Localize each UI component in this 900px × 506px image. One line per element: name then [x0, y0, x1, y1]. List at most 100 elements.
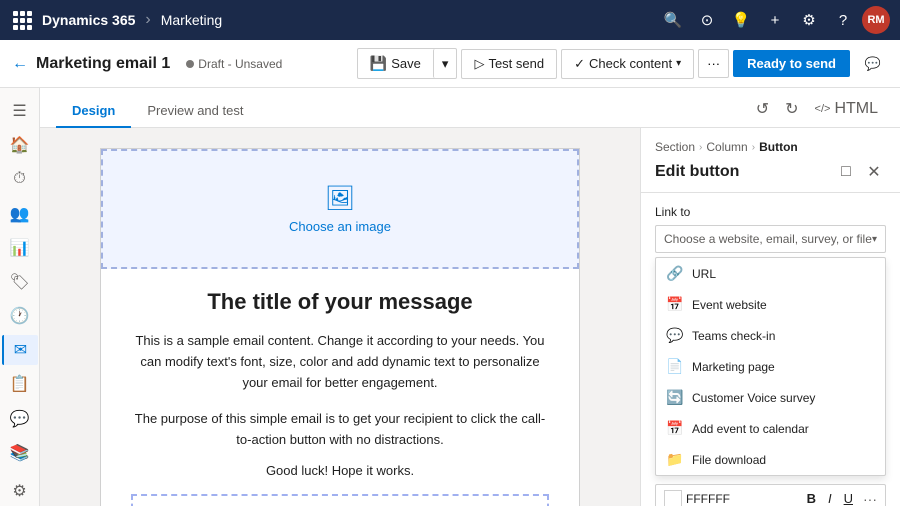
- top-navigation: Dynamics 365 › Marketing 🔍 ⊙ 💡 + ⚙ ? RM: [0, 0, 900, 40]
- breadcrumb-column[interactable]: Column: [706, 140, 747, 154]
- dropdown-item-event-label: Event website: [692, 298, 767, 312]
- bold-button[interactable]: B: [803, 489, 820, 506]
- undo-redo-group: ↺ ↻ </> HTML: [750, 97, 884, 127]
- email-image-placeholder[interactable]: 🖼 Choose an image: [101, 149, 579, 269]
- email-title[interactable]: The title of your message: [131, 289, 549, 315]
- dropdown-item-voice-survey[interactable]: 🔄 Customer Voice survey: [656, 382, 885, 413]
- plus-icon[interactable]: +: [760, 5, 790, 35]
- text-color-hex[interactable]: FFFFFF: [686, 492, 799, 506]
- sidebar-item-segments[interactable]: 📊: [2, 233, 38, 263]
- more-format-icon[interactable]: ···: [863, 491, 877, 506]
- email-goodluck-text[interactable]: Good luck! Hope it works.: [131, 463, 549, 478]
- link-dropdown-placeholder: Choose a website, email, survey, or file: [664, 232, 872, 246]
- draft-badge: Draft - Unsaved: [186, 57, 282, 71]
- action-buttons: 💾 Save ▾ ▷ Test send ✓ Check content ▾ ·…: [357, 48, 850, 79]
- check-content-button[interactable]: ✓ Check content ▾: [561, 49, 694, 79]
- status-dot: [186, 60, 194, 68]
- html-button[interactable]: </> HTML: [809, 98, 884, 120]
- text-format-bar: FFFFFF B I U ···: [655, 484, 886, 506]
- breadcrumb-chevron2: ›: [752, 142, 755, 153]
- panel-title-row: Edit button □ ✕: [655, 160, 886, 184]
- sidebar-item-history[interactable]: 🕐: [2, 301, 38, 331]
- teams-icon: 💬: [666, 327, 684, 344]
- sidebar-item-menu[interactable]: ☰: [2, 96, 38, 126]
- url-icon: 🔗: [666, 265, 684, 282]
- back-button[interactable]: ←: [12, 55, 28, 73]
- main-content: 🖼 Choose an image The title of your mess…: [40, 128, 900, 506]
- dropdown-item-survey-label: Customer Voice survey: [692, 391, 815, 405]
- redo-button[interactable]: ↻: [779, 97, 804, 121]
- module-name: Marketing: [161, 12, 222, 28]
- panel-header: Section › Column › Button Edit button □ …: [641, 128, 900, 193]
- chevron-down-icon: ▾: [872, 234, 877, 245]
- panel-body: Link to Choose a website, email, survey,…: [641, 193, 900, 506]
- breadcrumb-chevron1: ›: [699, 142, 702, 153]
- panel-title: Edit button: [655, 163, 739, 181]
- ready-to-send-button[interactable]: Ready to send: [733, 50, 850, 77]
- link-type-dropdown-open: 🔗 URL 📅 Event website 💬 Teams check-in 📄…: [655, 257, 886, 476]
- dropdown-item-add-event-label: Add event to calendar: [692, 422, 809, 436]
- sidebar-item-chat[interactable]: 💬: [2, 404, 38, 434]
- link-to-dropdown[interactable]: Choose a website, email, survey, or file…: [655, 225, 886, 253]
- image-icon: 🖼: [325, 184, 355, 213]
- tabs-bar: Design Preview and test ↺ ↻ </> HTML: [40, 88, 900, 128]
- expand-icon[interactable]: □: [834, 160, 858, 184]
- email-body-text2[interactable]: The purpose of this simple email is to g…: [131, 409, 549, 451]
- tasks-icon[interactable]: ⊙: [692, 5, 722, 35]
- sidebar-item-email[interactable]: ✉: [2, 335, 38, 365]
- add-event-icon: 📅: [666, 420, 684, 437]
- more-options-button[interactable]: ···: [698, 49, 729, 78]
- choose-image-label: Choose an image: [289, 219, 391, 234]
- edit-panel: Section › Column › Button Edit button □ …: [640, 128, 900, 506]
- dropdown-item-file-download[interactable]: 📁 File download: [656, 444, 885, 475]
- dropdown-item-marketing-label: Marketing page: [692, 360, 775, 374]
- nav-separator: ›: [145, 11, 150, 29]
- sidebar-item-settings[interactable]: ⚙: [2, 476, 38, 506]
- sidebar-item-contacts[interactable]: 👥: [2, 199, 38, 229]
- save-button[interactable]: 💾 Save: [358, 49, 433, 78]
- link-to-label: Link to: [655, 205, 886, 219]
- sidebar-item-recent[interactable]: ⏱: [2, 164, 38, 194]
- test-send-button[interactable]: ▷ Test send: [461, 49, 557, 79]
- top-nav-icons: 🔍 ⊙ 💡 + ⚙ ? RM: [658, 5, 890, 35]
- breadcrumb: Section › Column › Button: [655, 140, 886, 154]
- sidebar-item-tags[interactable]: 🏷: [2, 267, 38, 297]
- text-color-swatch[interactable]: [664, 490, 682, 506]
- sidebar-item-library[interactable]: 📚: [2, 438, 38, 468]
- dropdown-item-url[interactable]: 🔗 URL: [656, 258, 885, 289]
- italic-button[interactable]: I: [824, 489, 836, 506]
- event-website-icon: 📅: [666, 296, 684, 313]
- page-title: Marketing email 1: [36, 55, 170, 73]
- dropdown-item-url-label: URL: [692, 267, 716, 281]
- undo-button[interactable]: ↺: [750, 97, 775, 121]
- save-dropdown-arrow[interactable]: ▾: [433, 49, 457, 78]
- email-button-section[interactable]: Download PDF: [131, 494, 549, 506]
- dropdown-item-add-event[interactable]: 📅 Add event to calendar: [656, 413, 885, 444]
- dropdown-item-file-label: File download: [692, 453, 766, 467]
- email-preview-area: 🖼 Choose an image The title of your mess…: [40, 128, 640, 506]
- lightbulb-icon[interactable]: 💡: [726, 5, 756, 35]
- email-body: The title of your message This is a samp…: [101, 269, 579, 506]
- underline-button[interactable]: U: [840, 489, 857, 506]
- comments-icon[interactable]: 💬: [858, 49, 888, 79]
- tab-preview[interactable]: Preview and test: [131, 95, 259, 128]
- tab-design[interactable]: Design: [56, 95, 131, 128]
- close-icon[interactable]: ✕: [862, 160, 886, 184]
- email-canvas: 🖼 Choose an image The title of your mess…: [100, 148, 580, 506]
- user-avatar[interactable]: RM: [862, 6, 890, 34]
- draft-status-text: Draft - Unsaved: [198, 57, 282, 71]
- search-icon[interactable]: 🔍: [658, 5, 688, 35]
- settings-icon[interactable]: ⚙: [794, 5, 824, 35]
- dropdown-item-teams[interactable]: 💬 Teams check-in: [656, 320, 885, 351]
- app-grid-icon[interactable]: [10, 8, 34, 32]
- dropdown-item-event-website[interactable]: 📅 Event website: [656, 289, 885, 320]
- voice-survey-icon: 🔄: [666, 389, 684, 406]
- help-icon[interactable]: ?: [828, 5, 858, 35]
- sidebar-item-home[interactable]: 🏠: [2, 130, 38, 160]
- sidebar-item-pages[interactable]: 📋: [2, 369, 38, 399]
- breadcrumb-current: Button: [759, 140, 798, 154]
- dropdown-item-marketing-page[interactable]: 📄 Marketing page: [656, 351, 885, 382]
- email-body-text1[interactable]: This is a sample email content. Change i…: [131, 331, 549, 393]
- breadcrumb-section[interactable]: Section: [655, 140, 695, 154]
- left-sidebar: ☰ 🏠 ⏱ 👥 📊 🏷 🕐 ✉ 📋 💬 📚 ⚙: [0, 88, 40, 506]
